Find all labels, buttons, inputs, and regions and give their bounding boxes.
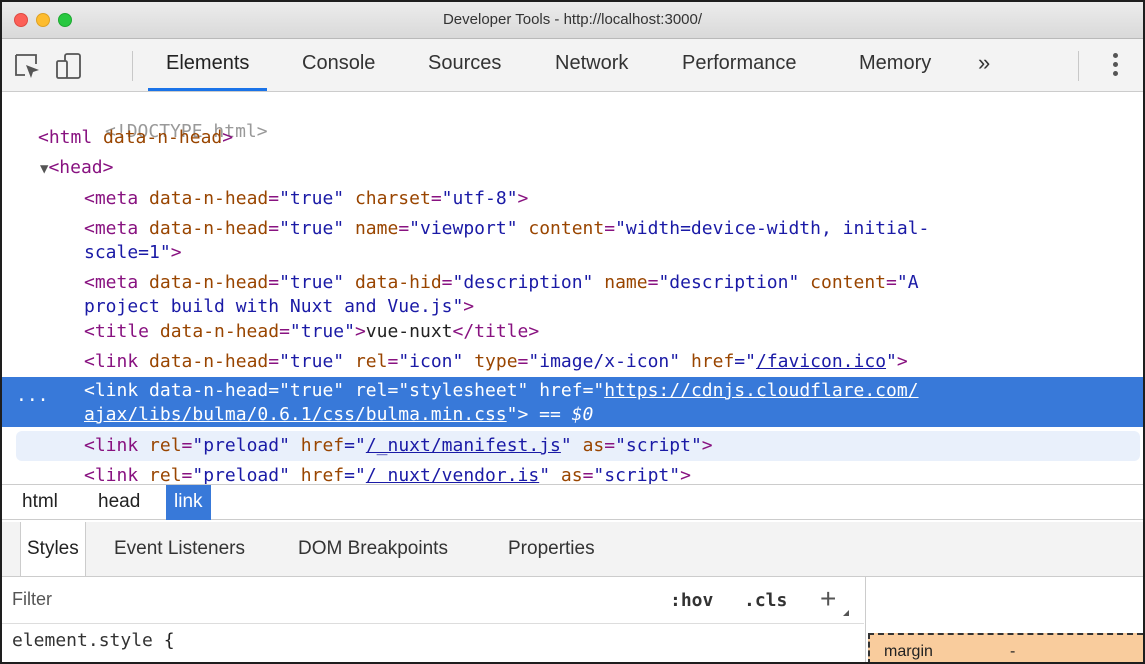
dom-node-meta-description[interactable]: <meta data-n-head="true" data-hid="descr… bbox=[2, 271, 1143, 295]
dom-node-meta-description-cont: project build with Nuxt and Vue.js"> bbox=[84, 296, 475, 317]
tab-properties[interactable]: Properties bbox=[508, 522, 595, 576]
devtools-window: Developer Tools - http://localhost:3000/… bbox=[0, 0, 1145, 664]
selected-dom-node[interactable]: ... <link data-n-head="true" rel="styles… bbox=[2, 377, 1143, 427]
tab-console[interactable]: Console bbox=[302, 39, 375, 91]
element-style-rule[interactable]: element.style { bbox=[12, 630, 175, 651]
filter-input[interactable]: Filter bbox=[12, 589, 52, 610]
new-style-rule-icon[interactable]: + bbox=[820, 583, 836, 615]
box-model-margin[interactable]: margin - bbox=[868, 633, 1143, 662]
tab-styles[interactable]: Styles bbox=[20, 522, 86, 576]
rule-menu-corner-icon bbox=[843, 610, 849, 616]
dom-node-meta-viewport[interactable]: <meta data-n-head="true" name="viewport"… bbox=[2, 217, 1143, 241]
tab-event-listeners[interactable]: Event Listeners bbox=[114, 522, 245, 576]
favicon-link[interactable]: /favicon.ico bbox=[756, 351, 886, 372]
tab-network[interactable]: Network bbox=[555, 39, 628, 91]
dom-node-meta-viewport-cont: scale=1"> bbox=[84, 242, 182, 263]
title-bar: Developer Tools - http://localhost:3000/ bbox=[2, 2, 1143, 39]
styles-filter-bar: Filter :hov .cls + bbox=[2, 577, 864, 624]
margin-value[interactable]: - bbox=[1010, 643, 1015, 661]
tab-dom-breakpoints[interactable]: DOM Breakpoints bbox=[298, 522, 448, 576]
dom-node-link-manifest[interactable]: <link rel="preload" href="/_nuxt/manifes… bbox=[2, 434, 1143, 458]
console-ref: == $0 bbox=[528, 404, 594, 425]
more-tabs-button[interactable]: » bbox=[978, 39, 990, 91]
vendor-link[interactable]: / nuxt/vendor.is bbox=[366, 465, 539, 484]
inspect-element-icon[interactable] bbox=[12, 51, 42, 81]
breadcrumb: html head link bbox=[2, 484, 1143, 520]
breadcrumb-head[interactable]: head bbox=[90, 485, 148, 520]
pane-divider[interactable] bbox=[865, 577, 866, 662]
toolbar-divider bbox=[132, 51, 133, 81]
dom-node-head[interactable]: ▼<head> bbox=[2, 156, 1143, 181]
class-toggle[interactable]: .cls bbox=[744, 590, 787, 611]
tab-sources[interactable]: Sources bbox=[428, 39, 501, 91]
tab-performance[interactable]: Performance bbox=[682, 39, 797, 91]
stylesheet-link[interactable]: https://cdnjs.cloudflare.com/ bbox=[604, 380, 918, 401]
device-toolbar-icon[interactable] bbox=[54, 51, 84, 81]
window-title: Developer Tools - http://localhost:3000/ bbox=[442, 11, 703, 28]
dom-tree: <!DOCTYPE html> <html data-n-head> ▼<hea… bbox=[2, 92, 1143, 484]
panel-tab-bar: Elements Console Sources Network Perform… bbox=[2, 39, 1143, 92]
hover-state-toggle[interactable]: :hov bbox=[670, 590, 713, 611]
breadcrumb-html[interactable]: html bbox=[14, 485, 66, 520]
more-options-icon[interactable] bbox=[1113, 53, 1119, 77]
dom-node-html[interactable]: <html data-n-head> bbox=[2, 126, 1143, 150]
sidebar-tab-bar: Styles Event Listeners DOM Breakpoints P… bbox=[2, 522, 1143, 577]
dom-node-link-icon[interactable]: <link data-n-head="true" rel="icon" type… bbox=[2, 350, 1143, 374]
tab-elements[interactable]: Elements bbox=[148, 39, 268, 91]
dom-node-link-vendor[interactable]: <link rel="preload" href="/ nuxt/vendor.… bbox=[2, 464, 1143, 484]
manifest-link[interactable]: /_nuxt/manifest.js bbox=[366, 435, 561, 456]
tab-memory[interactable]: Memory bbox=[859, 39, 931, 91]
breadcrumb-link[interactable]: link bbox=[166, 485, 211, 520]
margin-label: margin bbox=[884, 643, 933, 660]
dom-node-title[interactable]: <title data-n-head="true">vue-nuxt</titl… bbox=[2, 320, 1143, 344]
dom-node-meta-charset[interactable]: <meta data-n-head="true" charset="utf-8"… bbox=[2, 187, 1143, 211]
toolbar-divider-right bbox=[1078, 51, 1079, 81]
